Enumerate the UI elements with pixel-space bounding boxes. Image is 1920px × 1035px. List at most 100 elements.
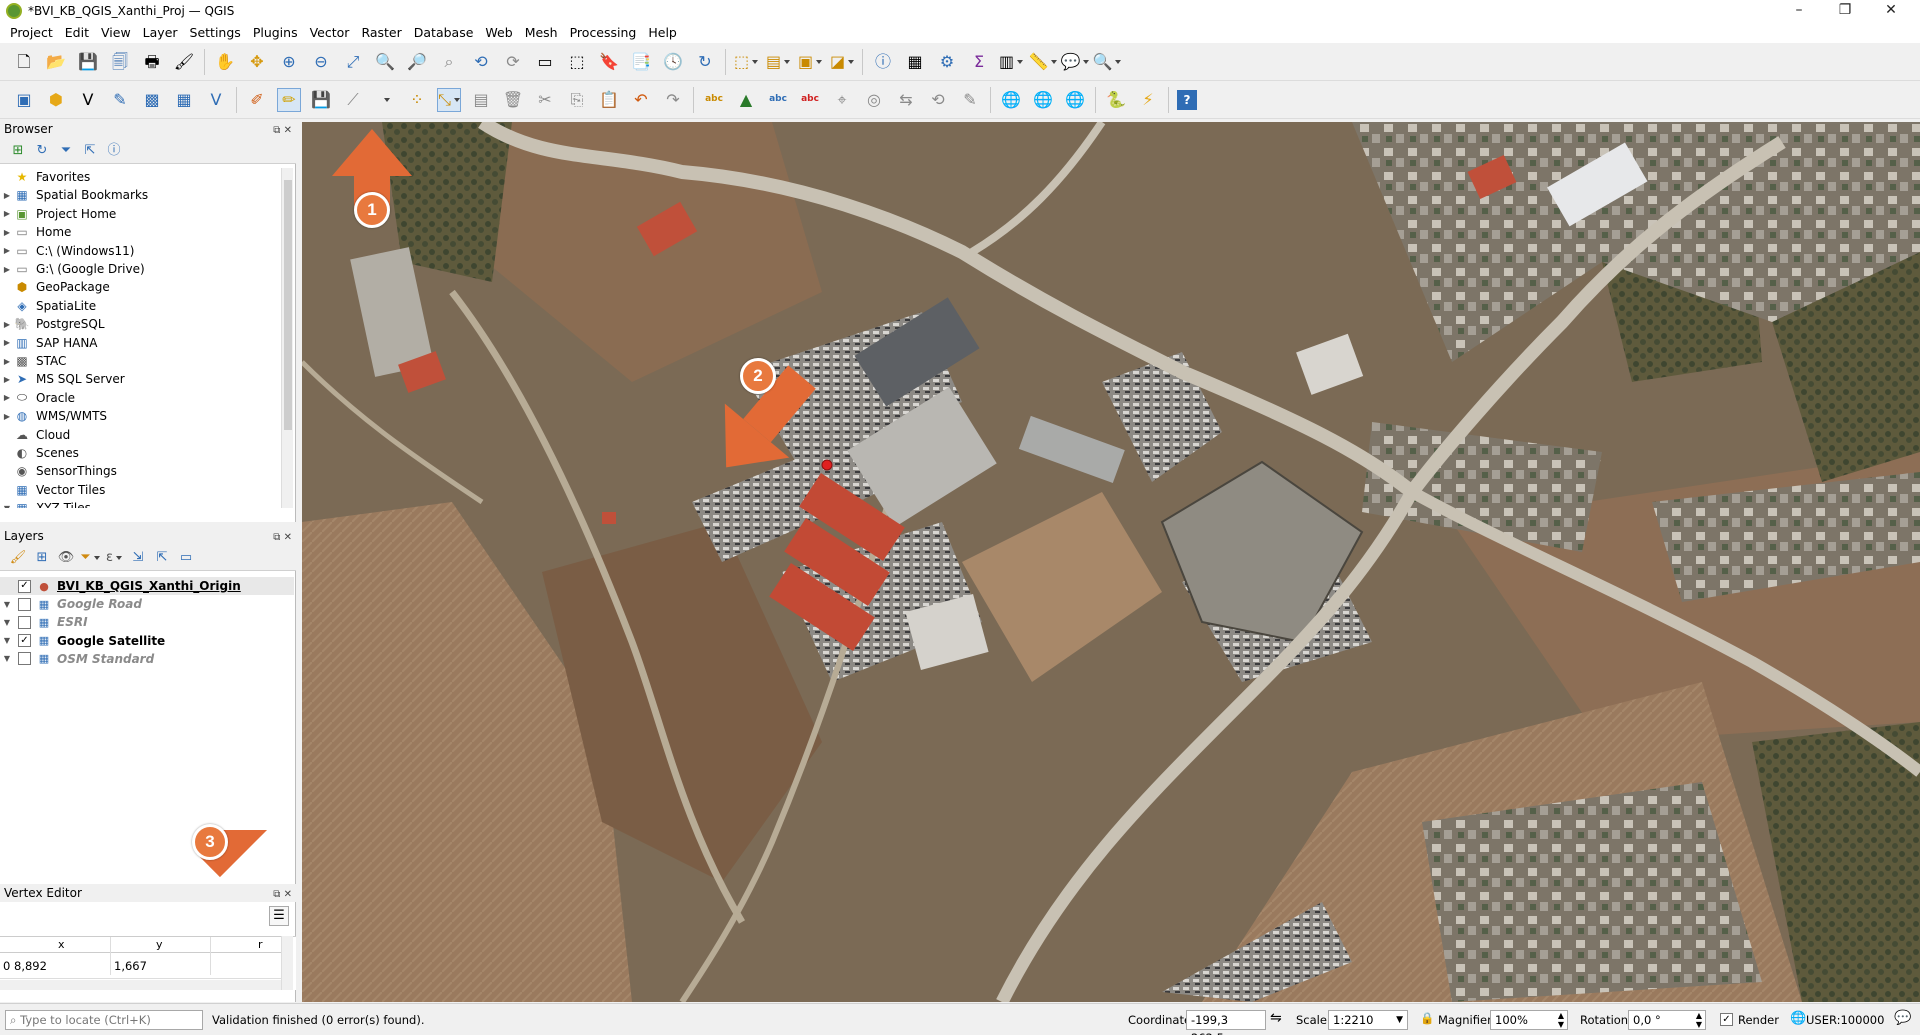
chevron-down-icon[interactable]: ▼ [0,654,14,663]
cut-features-icon[interactable]: ✂ [533,88,557,112]
chevron-right-icon[interactable]: ▶ [0,228,14,237]
vertex-table-hscrollbar[interactable] [0,980,282,990]
chevron-right-icon[interactable]: ▶ [0,191,14,200]
vertex-x-value[interactable]: 8,892 [14,959,47,973]
messages-icon[interactable]: 💬 [1894,1010,1911,1026]
browser-item[interactable]: ▼▦ XYZ Tiles [0,499,91,508]
paste-features-icon[interactable]: 📋 [597,88,621,112]
layer-item[interactable]: ✓ ● BVI_KB_QGIS_Xanthi_Origin [0,577,294,595]
open-project-icon[interactable]: 📂 [44,50,68,74]
chevron-right-icon[interactable]: ▶ [0,338,14,347]
browser-item[interactable]: ▶ 🐘 PostgreSQL [0,315,105,333]
style-manager-icon[interactable]: 🖌 [172,50,196,74]
save-as-icon[interactable]: 🗐 [108,50,132,74]
collapse-all-icon[interactable]: ⇱ [81,142,99,160]
menu-settings[interactable]: Settings [184,25,247,40]
menu-view[interactable]: View [95,25,137,40]
chevron-down-icon[interactable]: ▼ [0,600,14,609]
render-checkbox[interactable]: ✓ [1720,1013,1733,1026]
move-feature-icon[interactable]: ⁘ [405,88,429,112]
layer-item[interactable]: ▼ ▦ Google Road [0,595,142,613]
add-vector-layer-icon[interactable]: V [204,88,228,112]
browser-item[interactable]: ▶ ▭ G:\ (Google Drive) [0,260,145,278]
browser-item[interactable]: ▶ ⬭ Oracle [0,389,75,407]
browser-item[interactable]: ▶ ◍ WMS/WMTS [0,407,107,425]
highlight-pinned-labels-icon[interactable]: abc [766,88,790,112]
processing-toolbox-icon[interactable]: ⚙ [935,50,959,74]
toggle-editing-icon[interactable]: ✏ [277,87,301,112]
maximize-button[interactable]: ❐ [1822,0,1868,22]
refresh-icon[interactable]: ↻ [33,142,51,160]
zoom-last-icon[interactable]: ⟲ [469,50,493,74]
zoom-out-icon[interactable]: ⊖ [309,50,333,74]
browser-item[interactable]: ◐ Scenes [0,444,79,462]
menu-edit[interactable]: Edit [59,25,95,40]
menu-database[interactable]: Database [408,25,480,40]
chevron-right-icon[interactable]: ▶ [0,320,14,329]
help-icon[interactable]: ? [1177,89,1197,110]
layer-item[interactable]: ▼ ✓ ▦ Google Satellite [0,632,165,650]
browser-item[interactable]: ▶ ▩ STAC [0,352,66,370]
remove-layer-icon[interactable]: ▭ [177,549,195,567]
digitize-line-icon[interactable]: ⟋ [341,88,365,112]
layer-visibility-checkbox[interactable] [18,652,31,666]
layer-visibility-checkbox[interactable] [18,597,31,611]
zoom-to-layer-icon[interactable]: 🔎 [405,50,429,74]
manage-map-themes-icon[interactable]: 👁 [57,549,75,567]
rotate-label-icon[interactable]: ⟲ [926,88,950,112]
layer-item[interactable]: ▼ ▦ ESRI [0,613,88,631]
chevron-right-icon[interactable]: ▶ [0,246,14,255]
chevron-right-icon[interactable]: ▶ [0,375,14,384]
layer-visibility-checkbox[interactable] [18,615,31,629]
change-label-icon[interactable]: ✎ [958,88,982,112]
move-label-icon[interactable]: ⇆ [894,88,918,112]
close-button[interactable]: ✕ [1868,0,1914,22]
menu-plugins[interactable]: Plugins [247,25,304,40]
search-qms-icon[interactable]: 🌐 [1063,88,1087,112]
map-canvas[interactable]: 1 2 [302,122,1920,1002]
toggle-extents-icon[interactable]: ⇋ [1270,1010,1282,1026]
data-source-manager-icon[interactable]: ▣ [12,88,36,112]
crs-globe-icon[interactable]: 🌐 [1790,1011,1806,1026]
scale-combo[interactable]: 1:2210 ▼ [1328,1010,1408,1030]
zoom-next-icon[interactable]: ⟳ [501,50,525,74]
chevron-right-icon[interactable]: ▶ [0,265,14,274]
browser-item[interactable]: ▶ ➤ MS SQL Server [0,370,125,388]
filter-browser-icon[interactable]: ⏷ [57,142,75,160]
expand-all-icon[interactable]: ⇲ [129,549,147,567]
chevron-down-icon[interactable]: ▼ [0,618,14,627]
menu-layer[interactable]: Layer [137,25,184,40]
menu-processing[interactable]: Processing [564,25,643,40]
locator-search-input[interactable]: ⌕ Type to locate (Ctrl+K) [5,1010,203,1030]
browser-item[interactable]: ☁ Cloud [0,426,70,444]
new-temporary-layer-icon[interactable]: ✎ [108,88,132,112]
crs-label[interactable]: USER:100000 [1806,1013,1884,1027]
add-selected-layers-icon[interactable]: ⊞ [9,142,27,160]
collapse-all-layers-icon[interactable]: ⇱ [153,549,171,567]
chevron-right-icon[interactable]: ▶ [0,357,14,366]
identify-features-icon[interactable]: ⓘ [871,50,895,74]
chevron-down-icon[interactable]: ▼ [0,636,14,645]
menu-project[interactable]: Project [4,25,59,40]
vertex-tool-icon[interactable]: ⤡ [437,87,461,112]
vertex-editor-options-button[interactable]: ☰ [269,906,289,926]
open-table-icon[interactable]: ▥ [999,50,1023,74]
measure-line-icon[interactable]: 📏 [1029,50,1055,74]
add-group-icon[interactable]: ⊞ [33,549,51,567]
redo-icon[interactable]: ↷ [661,88,685,112]
browser-item[interactable]: ▶ ▥ SAP HANA [0,334,98,352]
toggle-labels-icon[interactable]: abc [798,88,822,112]
browser-scrollbar[interactable] [281,168,293,508]
browser-item[interactable]: ◈ SpatiaLite [0,297,96,315]
current-edits-icon[interactable]: ✐ [245,88,269,112]
copy-features-icon[interactable]: ⎘ [565,88,589,112]
menu-help[interactable]: Help [642,25,683,40]
show-bookmarks-icon[interactable]: 📑 [629,50,653,74]
lock-scale-icon[interactable]: 🔒 [1420,1011,1434,1025]
show-hide-labels-icon[interactable]: ◎ [862,88,886,112]
deselect-all-icon[interactable]: ▣ [798,50,822,74]
browser-item[interactable]: ◉ SensorThings [0,462,117,480]
print-layout-icon[interactable]: 🖶 [140,50,164,74]
undo-icon[interactable]: ↶ [629,88,653,112]
browser-item[interactable]: ▶ ▣ Project Home [0,205,116,223]
